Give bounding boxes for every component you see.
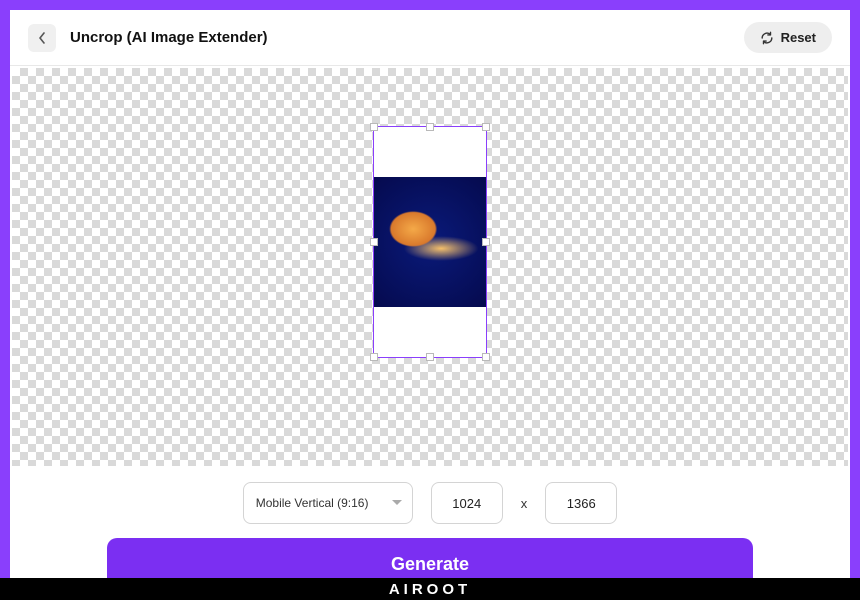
source-image[interactable] xyxy=(374,177,486,307)
brand-name: AIROOT xyxy=(389,581,471,598)
resize-handle-right[interactable] xyxy=(482,238,490,246)
back-button[interactable] xyxy=(28,24,56,52)
height-input[interactable] xyxy=(545,482,617,524)
resize-handle-bottom-left[interactable] xyxy=(370,353,378,361)
aspect-ratio-select[interactable]: Mobile Vertical (9:16) xyxy=(243,482,413,524)
app-frame: Uncrop (AI Image Extender) Reset Mobile … xyxy=(10,10,850,590)
chevron-left-icon xyxy=(38,32,46,44)
controls-row: Mobile Vertical (9:16) x xyxy=(243,482,618,524)
dimension-separator: x xyxy=(521,496,528,511)
crop-box[interactable] xyxy=(373,126,487,358)
header: Uncrop (AI Image Extender) Reset xyxy=(10,10,850,66)
resize-handle-top-left[interactable] xyxy=(370,123,378,131)
controls-panel: Mobile Vertical (9:16) x Generate xyxy=(10,468,850,590)
resize-handle-bottom-right[interactable] xyxy=(482,353,490,361)
header-left: Uncrop (AI Image Extender) xyxy=(28,24,268,52)
resize-handle-top[interactable] xyxy=(426,123,434,131)
refresh-icon xyxy=(760,31,774,45)
resize-handle-left[interactable] xyxy=(370,238,378,246)
reset-label: Reset xyxy=(781,30,816,45)
page-title: Uncrop (AI Image Extender) xyxy=(70,29,268,46)
reset-button[interactable]: Reset xyxy=(744,22,832,53)
aspect-select-wrap: Mobile Vertical (9:16) xyxy=(243,482,413,524)
width-input[interactable] xyxy=(431,482,503,524)
resize-handle-bottom[interactable] xyxy=(426,353,434,361)
resize-handle-top-right[interactable] xyxy=(482,123,490,131)
canvas-area[interactable] xyxy=(12,68,848,466)
aspect-ratio-value: Mobile Vertical (9:16) xyxy=(256,496,369,510)
brand-footer: AIROOT xyxy=(0,578,860,600)
